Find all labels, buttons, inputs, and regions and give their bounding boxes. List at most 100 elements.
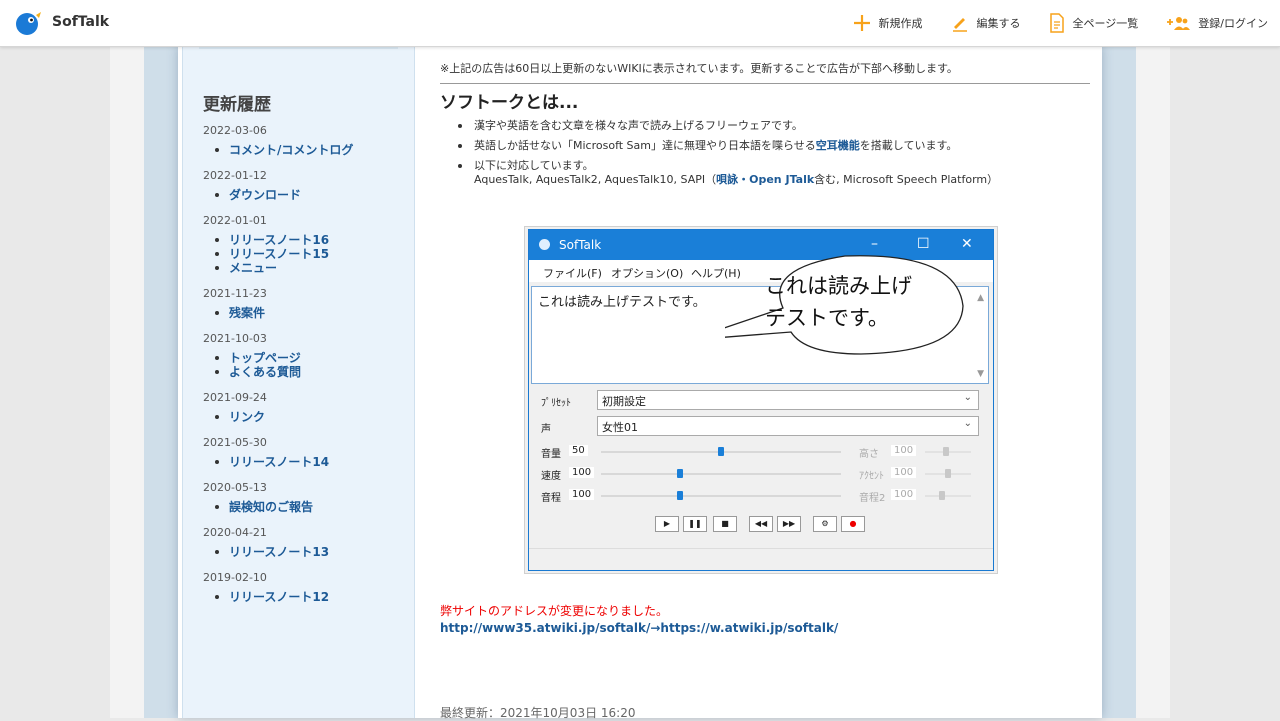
preset-select: 初期設定 ⌄ bbox=[597, 390, 979, 410]
updated-pages-list: 残案件 bbox=[203, 306, 408, 320]
pause-icon: ❚❚ bbox=[683, 516, 707, 532]
new-address-link[interactable]: http://www35.atwiki.jp/softalk/→https://… bbox=[440, 621, 838, 635]
chevron-down-icon: ⌄ bbox=[963, 392, 972, 403]
scroll-up-icon: ▲ bbox=[977, 293, 984, 303]
divider bbox=[440, 83, 1090, 84]
updated-page-link[interactable]: 誤検知のご報告 bbox=[213, 500, 408, 514]
accent-value: 100 bbox=[891, 467, 917, 478]
login-button[interactable]: 登録/ログイン bbox=[1166, 15, 1268, 31]
bubble-line: テストです。 bbox=[765, 306, 889, 330]
page-body: 更新履歴 2022-03-06 コメント/コメントログ 2022-01-12 ダウンロ… bbox=[178, 46, 1102, 720]
pitch-label: 音程 bbox=[541, 493, 561, 504]
speech-text: これは読み上げテストです。 bbox=[538, 295, 706, 310]
update-date: 2021-09-24 bbox=[203, 391, 267, 404]
speed-label: 速度 bbox=[541, 471, 561, 482]
pencil-icon bbox=[952, 18, 967, 32]
speed-slider-thumb bbox=[677, 469, 684, 478]
feature-item: 以下に対応しています。 bbox=[458, 156, 1088, 176]
preset-value: 初期設定 bbox=[602, 395, 646, 408]
updated-page-link[interactable]: リリースノート13 bbox=[213, 545, 408, 559]
feature-text: 漢字や英語を含む文章を様々な声で読み上げるフリーウェアです。 bbox=[474, 119, 803, 132]
soramimi-link[interactable]: 空耳機能 bbox=[816, 139, 860, 152]
softalk-logo-icon[interactable] bbox=[14, 9, 42, 37]
top-bar: SofTalk 新規作成 編集する 全ページ一覧 登録/ログイン bbox=[0, 0, 1280, 47]
new-page-button[interactable]: 新規作成 bbox=[853, 14, 923, 32]
update-date: 2021-05-30 bbox=[203, 436, 267, 449]
accent-slider-thumb bbox=[945, 469, 951, 478]
rewind-icon: ◀◀ bbox=[749, 516, 773, 532]
menu-options: オプション(O) bbox=[611, 267, 684, 280]
plus-icon bbox=[853, 15, 870, 31]
updated-pages-list: リンク bbox=[203, 410, 408, 424]
updated-page-link[interactable]: メニュー bbox=[213, 261, 408, 275]
voice-select: 女性01 ⌄ bbox=[597, 416, 979, 436]
record-settings-icon: ⚙ bbox=[813, 516, 837, 532]
ad-notice: ※上記の広告は60日以上更新のないWIKIに表示されています。更新することで広告… bbox=[440, 62, 958, 75]
updated-page-link[interactable]: コメント/コメントログ bbox=[213, 143, 408, 157]
update-date: 2021-10-03 bbox=[203, 332, 267, 345]
app-screenshot: SofTalk – ☐ ✕ ファイル(F) オプション(O) ヘルプ(H) これ… bbox=[524, 226, 998, 574]
updated-page-link[interactable]: リリースノート15 bbox=[213, 247, 408, 261]
updated-page-link[interactable]: よくある質問 bbox=[213, 365, 408, 379]
updated-page-link[interactable]: リンク bbox=[213, 410, 408, 424]
update-date: 2020-05-13 bbox=[203, 481, 267, 494]
softalk-window: SofTalk – ☐ ✕ ファイル(F) オプション(O) ヘルプ(H) これ… bbox=[528, 229, 994, 571]
update-date: 2019-02-10 bbox=[203, 571, 267, 584]
pitch2-slider-thumb bbox=[939, 491, 945, 500]
page-frame: 更新履歴 2022-03-06 コメント/コメントログ 2022-01-12 ダウンロ… bbox=[144, 46, 1136, 720]
updated-page-link[interactable]: トップページ bbox=[213, 351, 408, 365]
updated-pages-list: リリースノート13 bbox=[203, 545, 408, 559]
updated-page-link[interactable]: 残案件 bbox=[213, 306, 408, 320]
update-date: 2022-03-06 bbox=[203, 124, 267, 137]
app-icon bbox=[539, 239, 550, 250]
update-date: 2022-01-12 bbox=[203, 169, 267, 182]
edit-button[interactable]: 編集する bbox=[951, 14, 1021, 32]
all-pages-button[interactable]: 全ページ一覧 bbox=[1049, 13, 1139, 33]
feature-text: 以下に対応しています。 bbox=[474, 159, 594, 172]
updated-pages-list: リリースノート16 リリースノート15 メニュー bbox=[203, 233, 408, 275]
pitch2-value: 100 bbox=[891, 489, 917, 500]
update-date: 2021-11-23 bbox=[203, 287, 267, 300]
all-pages-label: 全ページ一覧 bbox=[1072, 17, 1139, 30]
feature-text: を搭載しています。 bbox=[859, 139, 958, 152]
voice-label: 声 bbox=[541, 424, 551, 435]
window-statusbar bbox=[529, 548, 993, 571]
height-value: 100 bbox=[891, 445, 917, 456]
page-heading: ソフトークとは... bbox=[440, 93, 579, 113]
feature-item: 漢字や英語を含む文章を様々な声で読み上げるフリーウェアです。 bbox=[458, 116, 1088, 136]
last-updated: 最終更新：2021年10月03日 16:20 bbox=[440, 706, 636, 720]
page-background: 更新履歴 2022-03-06 コメント/コメントログ 2022-01-12 ダウンロ… bbox=[110, 46, 1170, 720]
stop-icon: ■ bbox=[713, 516, 737, 532]
updated-pages-list: コメント/コメントログ bbox=[203, 143, 408, 157]
sidebar: 更新履歴 2022-03-06 コメント/コメントログ 2022-01-12 ダウンロ… bbox=[182, 46, 415, 718]
recent-changes-list: 2022-03-06 コメント/コメントログ 2022-01-12 ダウンロード 202… bbox=[203, 124, 408, 616]
volume-label: 音量 bbox=[541, 449, 561, 460]
pitch-track bbox=[601, 495, 841, 497]
top-nav: 新規作成 編集する 全ページ一覧 登録/ログイン bbox=[825, 0, 1268, 46]
edit-label: 編集する bbox=[976, 17, 1021, 30]
updated-page-link[interactable]: リリースノート14 bbox=[213, 455, 408, 469]
pitch-slider-thumb bbox=[677, 491, 684, 500]
update-date: 2022-01-01 bbox=[203, 214, 267, 227]
volume-value: 50 bbox=[569, 445, 588, 456]
updated-page-link[interactable]: リリースノート16 bbox=[213, 233, 408, 247]
scroll-down-icon: ▼ bbox=[977, 369, 984, 379]
play-icon: ▶ bbox=[655, 516, 679, 532]
add-user-icon bbox=[1167, 17, 1191, 30]
fast-forward-icon: ▶▶ bbox=[777, 516, 801, 532]
updated-page-link[interactable]: リリースノート12 bbox=[213, 590, 408, 604]
updated-pages-list: トップページ よくある質問 bbox=[203, 351, 408, 379]
voice-value: 女性01 bbox=[602, 421, 638, 434]
updated-page-link[interactable]: ダウンロード bbox=[213, 188, 408, 202]
pitch2-track bbox=[925, 495, 971, 497]
address-change-notice: 弊サイトのアドレスが変更になりました。 bbox=[440, 604, 669, 618]
pitch2-label: 音程2 bbox=[859, 493, 886, 504]
login-label: 登録/ログイン bbox=[1198, 17, 1268, 30]
feature-text: 英語しか話せない「Microsoft Sam」達に無理やり日本語を喋らせる bbox=[474, 139, 816, 152]
main-content: ※上記の広告は60日以上更新のないWIKIに表示されています。更新することで広告… bbox=[440, 46, 1092, 720]
record-icon: ● bbox=[841, 516, 865, 532]
speech-bubble-text: これは読み上げ テストです。 bbox=[765, 270, 965, 334]
updated-pages-list: リリースノート12 bbox=[203, 590, 408, 604]
site-name[interactable]: SofTalk bbox=[52, 14, 109, 30]
preset-label: ﾌﾟﾘｾｯﾄ bbox=[541, 398, 571, 409]
